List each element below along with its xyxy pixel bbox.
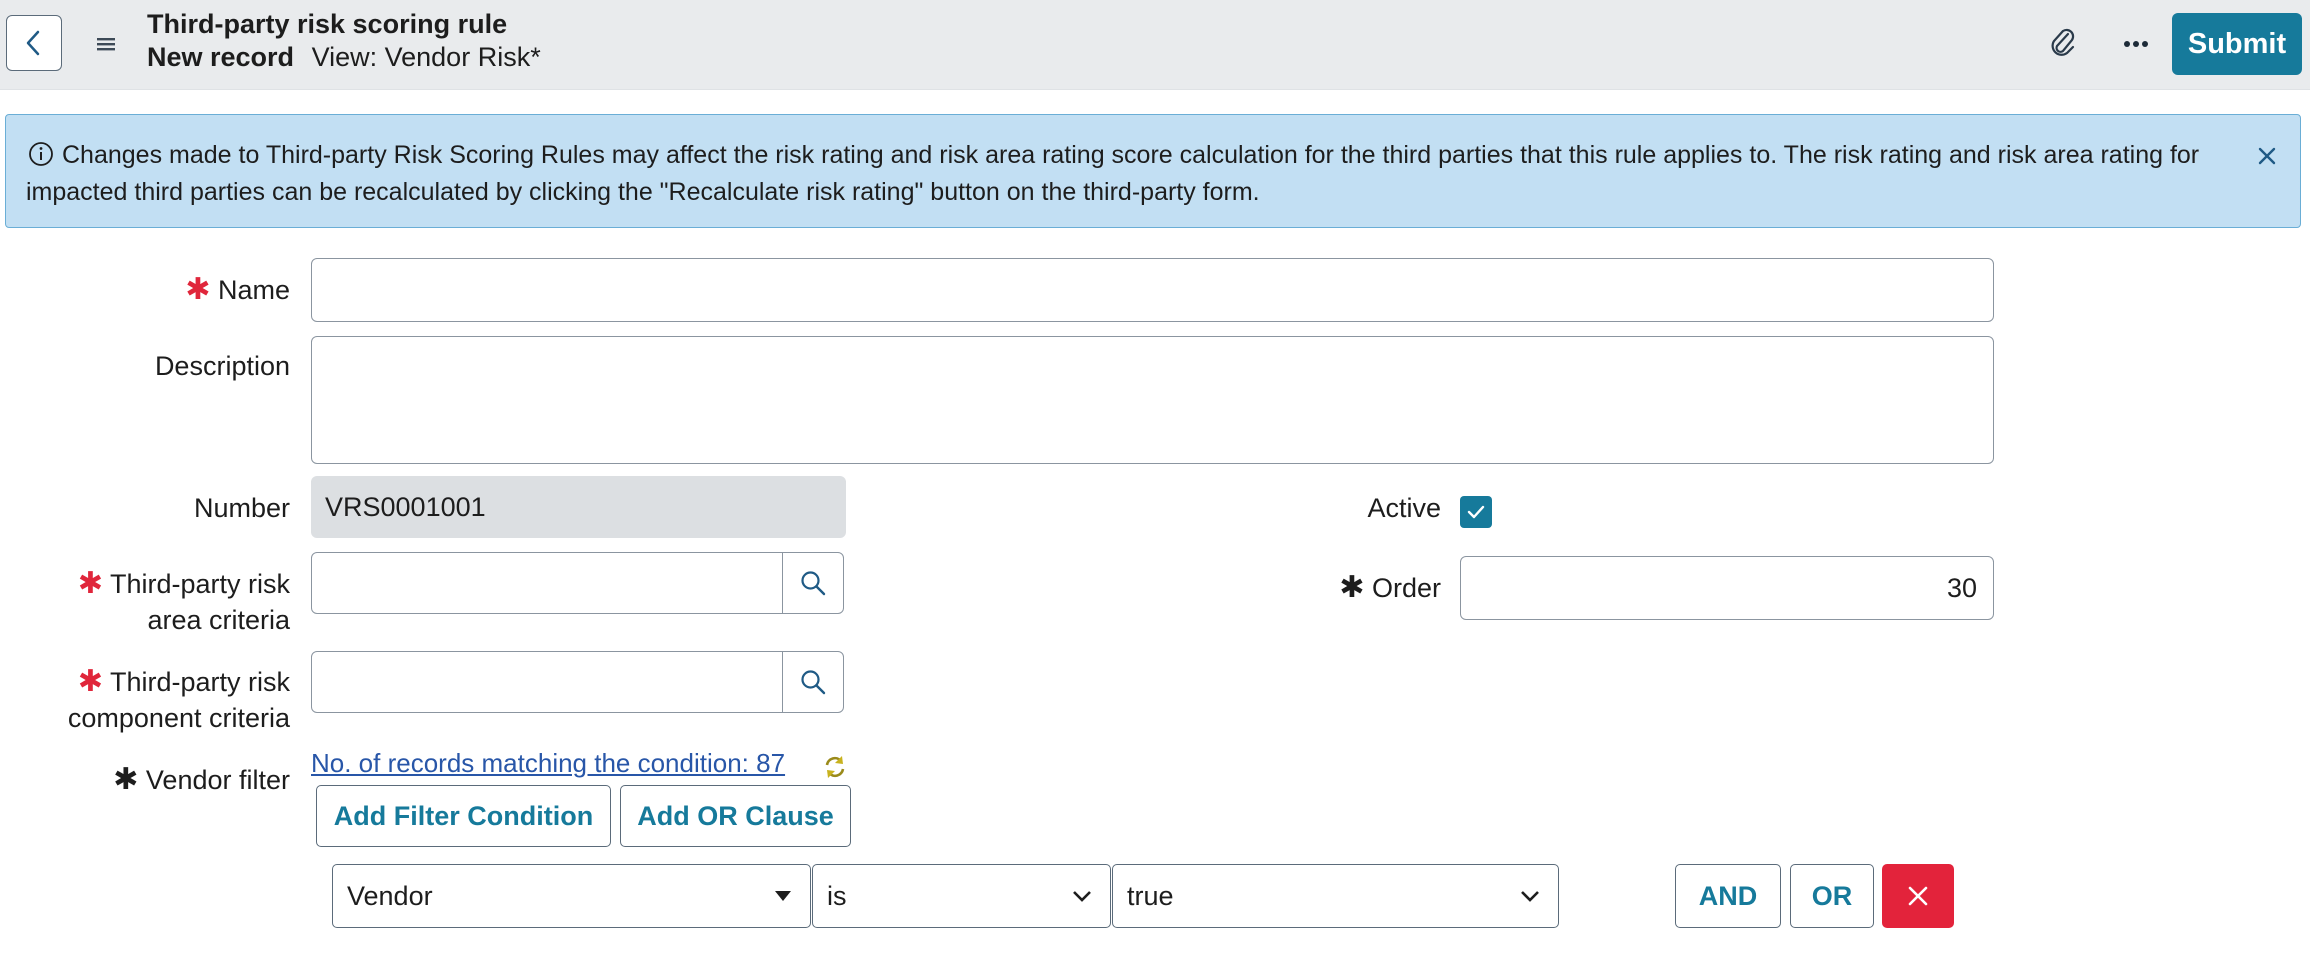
search-icon xyxy=(801,571,826,596)
name-input[interactable] xyxy=(311,258,1994,322)
chevron-down-icon xyxy=(1072,865,1092,927)
active-label: Active xyxy=(1367,493,1441,523)
form-header: Third-party risk scoring rule New record… xyxy=(0,0,2310,90)
component-criteria-label: ✱ Third-party risk component criteria xyxy=(67,665,290,733)
filter-operator-value: is xyxy=(827,880,847,911)
order-input[interactable]: 30 xyxy=(1460,556,1994,620)
caret-down-icon xyxy=(774,865,792,927)
or-button[interactable]: OR xyxy=(1790,864,1874,928)
submit-button[interactable]: Submit xyxy=(2172,13,2302,75)
close-icon[interactable] xyxy=(2252,141,2282,171)
search-icon xyxy=(801,670,826,695)
and-button[interactable]: AND xyxy=(1675,864,1781,928)
back-button[interactable] xyxy=(6,15,62,71)
area-criteria-label: ✱ Third-party risk area criteria xyxy=(77,567,290,635)
info-banner: Changes made to Third-party Risk Scoring… xyxy=(5,114,2301,228)
area-criteria-input[interactable] xyxy=(311,552,784,614)
checkmark-icon xyxy=(1467,505,1485,519)
vendor-filter-label: ✱ Vendor filter xyxy=(113,763,290,796)
filter-value-value: true xyxy=(1127,880,1174,911)
filter-field-value: Vendor xyxy=(347,880,433,911)
delete-icon xyxy=(1908,886,1928,906)
active-checkbox[interactable] xyxy=(1460,496,1492,528)
chevron-down-icon xyxy=(1520,865,1540,927)
filter-operator-select[interactable]: is xyxy=(812,864,1111,928)
record-subtitle: New record View: Vendor Risk* xyxy=(147,42,541,73)
component-criteria-lookup-button[interactable] xyxy=(782,651,844,713)
add-filter-condition-button[interactable]: Add Filter Condition xyxy=(316,785,611,847)
required-indicator: ✱ xyxy=(77,665,103,698)
page-title: Third-party risk scoring rule xyxy=(147,9,508,39)
view-label: View: Vendor Risk* xyxy=(311,42,541,72)
description-textarea[interactable] xyxy=(311,336,1994,464)
component-criteria-input[interactable] xyxy=(311,651,784,713)
records-matching-link[interactable]: No. of records matching the condition: 8… xyxy=(311,748,785,779)
required-indicator: ✱ xyxy=(77,567,103,600)
order-label: ✱ Order xyxy=(1339,571,1441,604)
menu-icon[interactable] xyxy=(94,32,118,56)
name-label: ✱ Name xyxy=(185,273,290,306)
record-state: New record xyxy=(147,42,295,72)
filter-field-select[interactable]: Vendor xyxy=(332,864,811,928)
refresh-icon[interactable] xyxy=(822,754,848,780)
area-criteria-lookup-button[interactable] xyxy=(782,552,844,614)
filter-value-select[interactable]: true xyxy=(1112,864,1559,928)
back-icon xyxy=(26,30,40,56)
delete-condition-button[interactable] xyxy=(1882,864,1954,928)
banner-message: Changes made to Third-party Risk Scoring… xyxy=(26,141,2200,206)
required-indicator: ✱ xyxy=(113,763,139,796)
required-indicator: ✱ xyxy=(1339,571,1365,604)
required-indicator: ✱ xyxy=(185,273,211,306)
order-value: 30 xyxy=(1946,572,1977,603)
number-label: Number xyxy=(193,493,290,523)
more-icon[interactable] xyxy=(2116,24,2156,64)
description-label: Description xyxy=(154,351,290,381)
add-or-clause-button[interactable]: Add OR Clause xyxy=(620,785,851,847)
paperclip-icon[interactable] xyxy=(2046,26,2080,60)
number-field: VRS0001001 xyxy=(311,476,846,538)
